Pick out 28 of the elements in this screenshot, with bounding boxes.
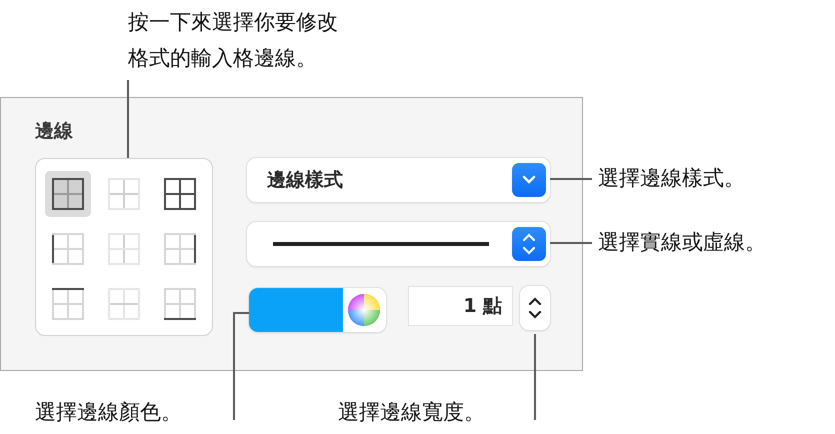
border-grid-icon — [108, 288, 140, 320]
callout-text: 選擇邊線樣式。 — [598, 165, 745, 192]
border-grid-icon — [108, 233, 140, 265]
callout-text: 選擇邊線顏色。 — [35, 399, 182, 426]
border-option-button[interactable] — [45, 171, 91, 217]
border-grid-icon — [164, 288, 196, 320]
border-grid-icon — [52, 288, 84, 320]
up-down-chevron-icon — [512, 227, 546, 261]
callout-text: 選擇實線或虛線。 — [598, 229, 766, 256]
border-grid-icon — [108, 178, 140, 210]
leader-line — [550, 178, 592, 180]
line-style-popup[interactable] — [247, 222, 550, 266]
width-stepper[interactable] — [520, 286, 550, 330]
leader-line — [550, 242, 592, 244]
border-style-popup[interactable]: 邊線樣式 — [247, 158, 550, 202]
color-wheel-icon — [347, 293, 381, 327]
border-grid-icon — [164, 233, 196, 265]
section-title: 邊線 — [35, 119, 73, 144]
callout-text: 選擇邊線寬度。 — [338, 399, 485, 426]
color-well[interactable] — [249, 288, 386, 332]
border-grid-icon — [52, 178, 84, 210]
callout-text: 按一下來選擇你要修改格式的輸入格邊線。 — [128, 9, 339, 72]
chevron-down-icon — [512, 163, 546, 197]
chevron-down-icon — [528, 311, 542, 319]
border-grid-icon — [52, 233, 84, 265]
chevron-up-icon — [528, 297, 542, 305]
border-grid-icon — [164, 178, 196, 210]
width-field[interactable]: 1 點 — [408, 286, 514, 326]
